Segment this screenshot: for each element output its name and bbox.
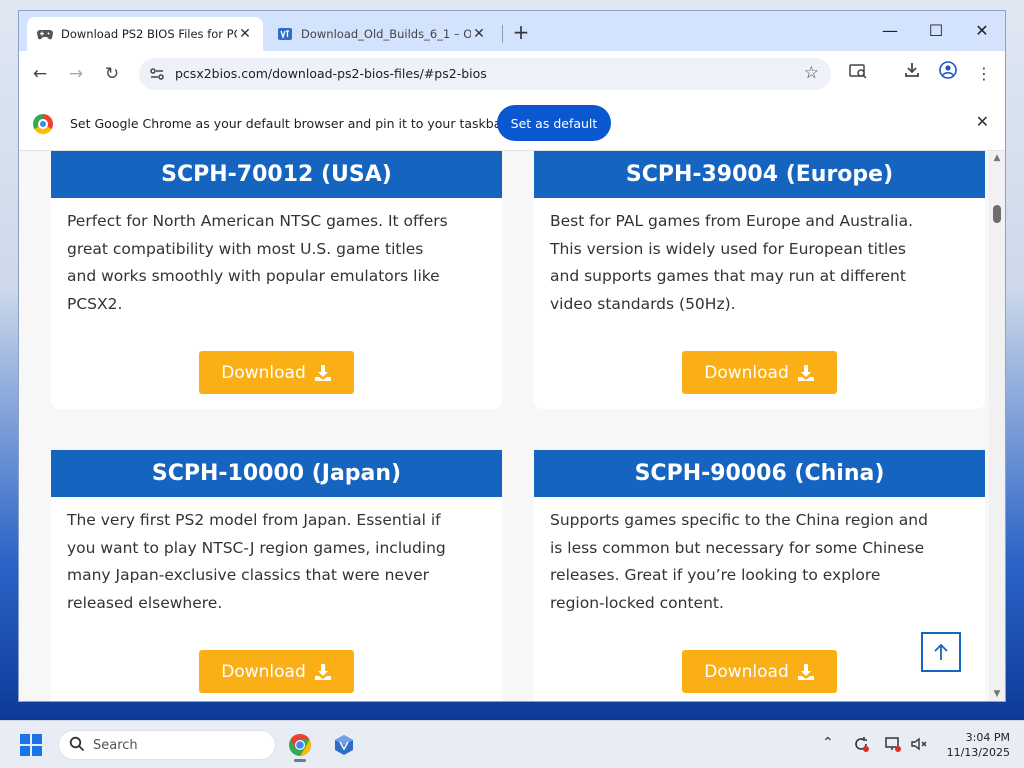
description-line: is less common but necessary for some Ch… <box>550 538 925 557</box>
description-line: and supports games that may run at diffe… <box>550 267 906 285</box>
taskbar-search[interactable]: Search <box>58 730 276 760</box>
profile-icon[interactable] <box>935 61 961 87</box>
description-line: PCSX2. <box>67 294 123 313</box>
card-description: Best for PAL games from Europe and Austr… <box>534 198 985 348</box>
download-label: Download <box>221 362 306 383</box>
tab-close-icon[interactable]: ✕ <box>471 26 487 42</box>
set-as-default-button[interactable]: Set as default <box>497 105 611 141</box>
menu-dots-icon[interactable]: ⋮ <box>971 61 997 87</box>
card-description: Perfect for North American NTSC games. I… <box>51 198 502 348</box>
search-label: Search <box>93 738 138 753</box>
tab-strip: Download PS2 BIOS Files for PC ✕ Downloa… <box>19 11 1005 51</box>
forward-arrow-icon[interactable]: → <box>63 61 89 87</box>
download-icon <box>797 663 814 680</box>
network-icon[interactable] <box>884 735 902 757</box>
tab-ps2-bios[interactable]: Download PS2 BIOS Files for PC ✕ <box>27 17 263 51</box>
toolbar: ← → ↻ pcsx2bios.com/download-ps2-bios-fi… <box>19 51 1005 97</box>
url-text: pcsx2bios.com/download-ps2-bios-files/#p… <box>175 66 487 81</box>
maximize-icon[interactable]: ☐ <box>913 19 959 43</box>
download-button[interactable]: Download <box>682 351 837 394</box>
gamepad-icon <box>37 26 53 42</box>
card-title: SCPH-39004 (Europe) <box>534 151 985 198</box>
description-line: Supports games specific to the China reg… <box>550 511 928 529</box>
page-viewport: SCPH-70012 (USA) Perfect for North Ameri… <box>19 151 1005 701</box>
download-button[interactable]: Download <box>199 351 354 394</box>
bios-card-china: SCPH-90006 (China) Supports games specif… <box>534 450 985 701</box>
description-line: releases. Great if you’re looking to exp… <box>550 566 881 584</box>
clock-date: 11/13/2025 <box>946 746 1010 759</box>
card-title: SCPH-70012 (USA) <box>51 151 502 198</box>
virtualbox-taskbar-icon[interactable] <box>328 729 360 761</box>
browser-window: Download PS2 BIOS Files for PC ✕ Downloa… <box>18 10 1006 702</box>
bios-card-japan: SCPH-10000 (Japan) The very first PS2 mo… <box>51 450 502 701</box>
card-title: SCPH-10000 (Japan) <box>51 450 502 497</box>
chrome-logo-icon <box>33 114 53 134</box>
address-bar[interactable]: pcsx2bios.com/download-ps2-bios-files/#p… <box>139 58 831 90</box>
description-line: video standards (50Hz). <box>550 294 736 313</box>
bios-card-usa: SCPH-70012 (USA) Perfect for North Ameri… <box>51 151 502 409</box>
new-tab-icon[interactable]: + <box>509 21 533 45</box>
clock-time: 3:04 PM <box>965 731 1010 744</box>
card-description: Supports games specific to the China reg… <box>534 497 985 647</box>
description-line: This version is widely used for European… <box>550 239 906 258</box>
chrome-taskbar-icon[interactable] <box>284 729 316 762</box>
download-icon <box>314 663 331 680</box>
description-line: released elsewhere. <box>67 593 223 612</box>
system-clock[interactable]: 3:04 PM 11/13/2025 <box>940 730 1010 760</box>
download-label: Download <box>704 362 789 383</box>
card-description: The very first PS2 model from Japan. Ess… <box>51 497 502 647</box>
description-line: The very first PS2 model from Japan. Ess… <box>67 511 441 529</box>
site-settings-icon[interactable] <box>147 64 167 84</box>
download-icon <box>797 364 814 381</box>
update-icon[interactable] <box>852 735 870 757</box>
description-line: many Japan-exclusive classics that were … <box>67 566 430 584</box>
description-line: you want to play NTSC-J region games, in… <box>67 538 446 557</box>
tab-title: Download PS2 BIOS Files for PC <box>61 27 237 41</box>
download-button[interactable]: Download <box>682 650 837 693</box>
scrollbar-thumb[interactable] <box>993 205 1001 223</box>
download-icon[interactable] <box>899 61 925 87</box>
volume-muted-icon[interactable] <box>910 735 928 757</box>
tab-search-icon[interactable] <box>845 61 871 87</box>
arrow-up-icon <box>934 643 948 660</box>
download-button[interactable]: Download <box>199 650 354 693</box>
download-label: Download <box>704 661 789 682</box>
download-label: Download <box>221 661 306 682</box>
scroll-down-icon[interactable]: ▼ <box>992 689 1002 699</box>
tab-title: Download_Old_Builds_6_1 – Ora <box>301 27 471 41</box>
virtualbox-icon <box>277 26 293 42</box>
description-line: Best for PAL games from Europe and Austr… <box>550 212 913 230</box>
infobar-message: Set Google Chrome as your default browse… <box>70 116 507 131</box>
chevron-up-icon[interactable]: ⌃ <box>822 735 834 751</box>
default-browser-infobar: Set Google Chrome as your default browse… <box>19 97 1005 151</box>
back-to-top-button[interactable] <box>921 632 961 672</box>
active-app-indicator <box>294 759 306 762</box>
description-line: region-locked content. <box>550 593 724 612</box>
back-arrow-icon[interactable]: ← <box>27 61 53 87</box>
bookmark-star-icon[interactable]: ☆ <box>804 63 819 83</box>
minimize-icon[interactable]: — <box>867 19 913 43</box>
taskbar: Search ⌃ 3:04 PM 11/13/2025 <box>0 720 1024 768</box>
download-icon <box>314 364 331 381</box>
windows-start-icon[interactable] <box>20 734 42 756</box>
bios-card-europe: SCPH-39004 (Europe) Best for PAL games f… <box>534 151 985 409</box>
tab-close-icon[interactable]: ✕ <box>237 26 253 42</box>
infobar-close-icon[interactable]: ✕ <box>976 112 989 131</box>
description-line: great compatibility with most U.S. game … <box>67 239 424 258</box>
tab-oracle-builds[interactable]: Download_Old_Builds_6_1 – Ora ✕ <box>267 17 497 51</box>
scroll-up-icon[interactable]: ▲ <box>992 153 1002 163</box>
card-title: SCPH-90006 (China) <box>534 450 985 497</box>
search-icon <box>69 736 85 755</box>
description-line: Perfect for North American NTSC games. I… <box>67 212 448 230</box>
close-window-icon[interactable]: ✕ <box>959 19 1005 43</box>
vertical-scrollbar[interactable]: ▲ ▼ <box>989 151 1005 701</box>
reload-icon[interactable]: ↻ <box>99 61 125 87</box>
tab-separator <box>502 25 503 43</box>
description-line: and works smoothly with popular emulator… <box>67 267 440 285</box>
